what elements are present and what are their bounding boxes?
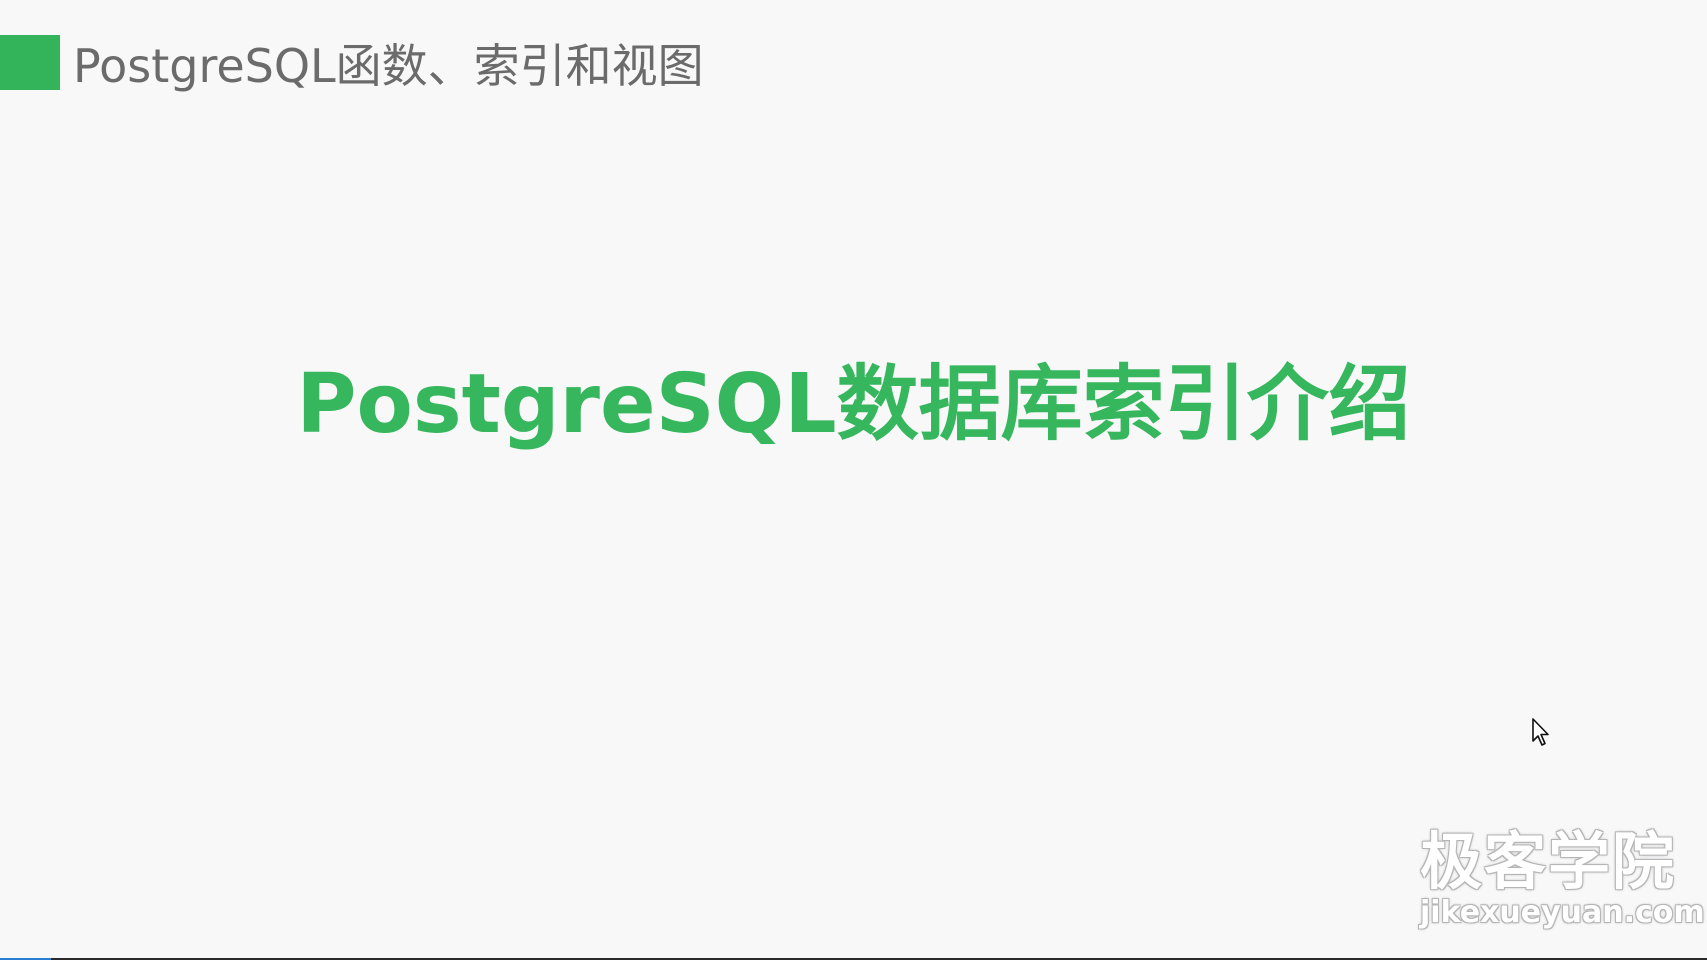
watermark-brand-cn: 极客学院 bbox=[1420, 825, 1677, 898]
jikexueyuan-watermark: 极客学院 jikexueyuan.com bbox=[1420, 825, 1705, 930]
slide-canvas: PostgreSQL函数、索引和视图 PostgreSQL数据库索引介绍 极客学… bbox=[0, 0, 1707, 958]
mouse-pointer-icon bbox=[1532, 718, 1549, 746]
main-title: PostgreSQL数据库索引介绍 bbox=[296, 357, 1411, 452]
header-title: PostgreSQL函数、索引和视图 bbox=[73, 39, 704, 93]
header-accent-block bbox=[0, 35, 60, 90]
watermark-brand-url: jikexueyuan.com bbox=[1420, 895, 1705, 930]
